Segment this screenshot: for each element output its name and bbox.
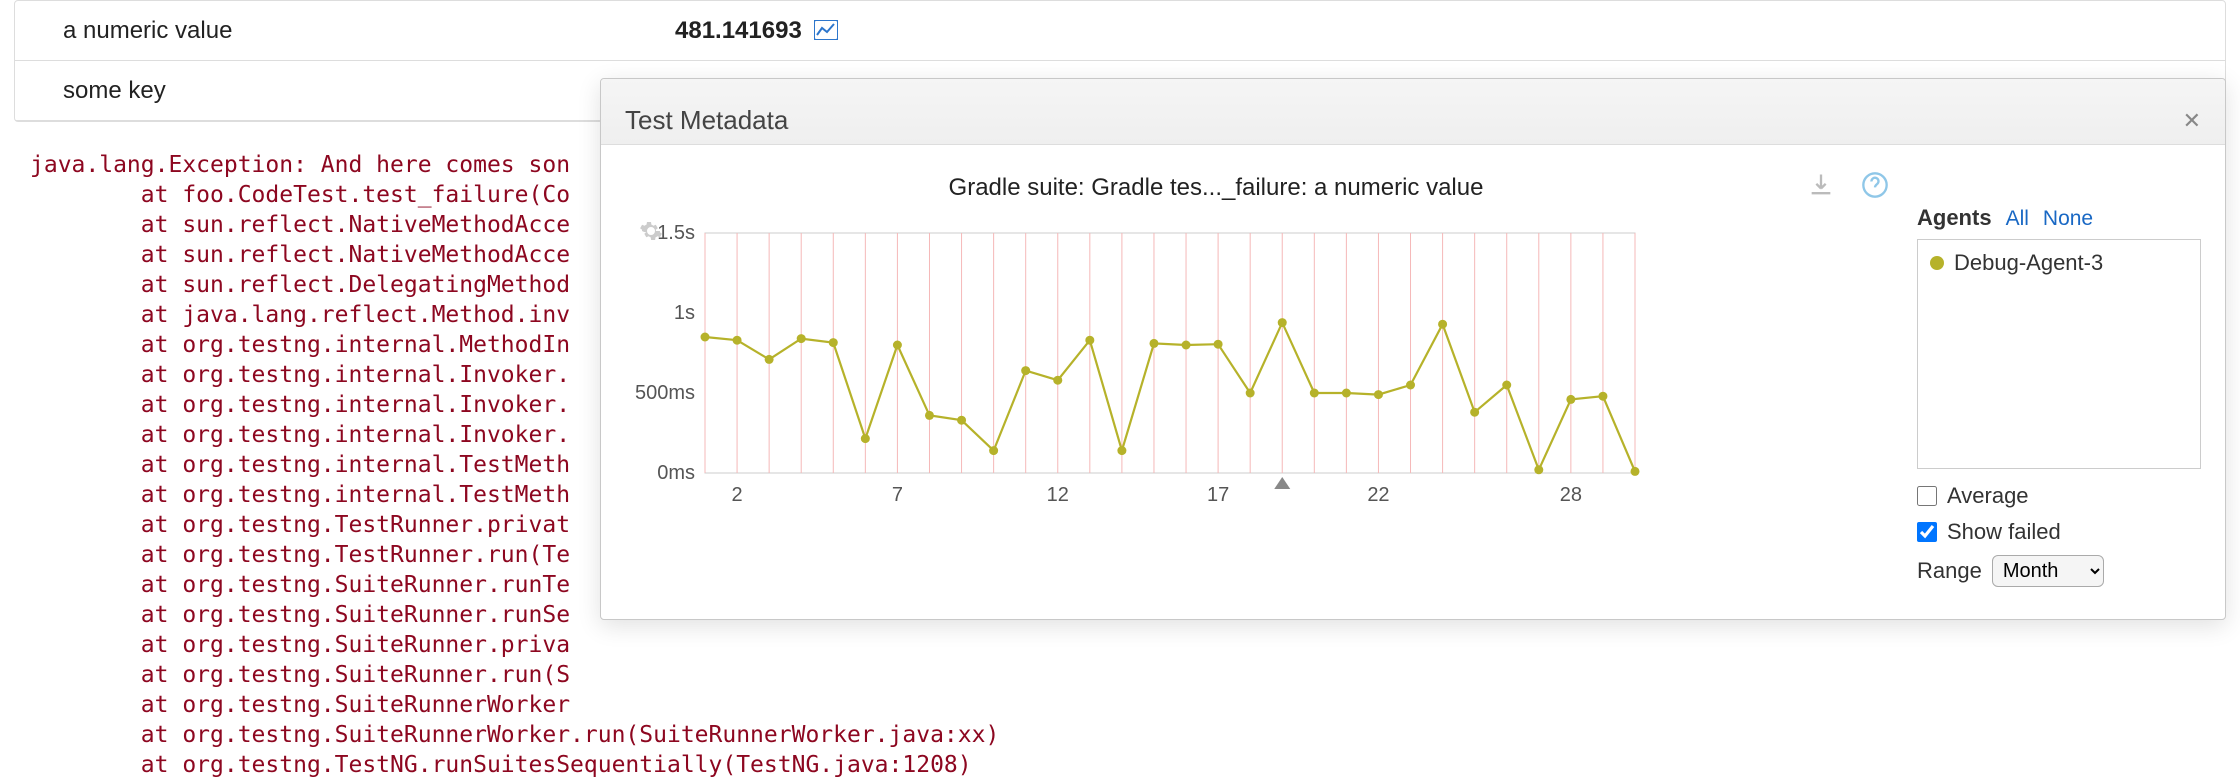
metadata-key: a numeric value xyxy=(15,17,675,45)
average-checkbox[interactable]: Average xyxy=(1917,483,2201,509)
series-color-icon xyxy=(1930,256,1944,270)
show-failed-checkbox[interactable]: Show failed xyxy=(1917,519,2201,545)
svg-text:1s: 1s xyxy=(674,302,695,324)
range-label: Range xyxy=(1917,558,1982,584)
svg-text:22: 22 xyxy=(1367,484,1389,506)
svg-text:28: 28 xyxy=(1560,484,1582,506)
test-metadata-popup: Test Metadata ✕ Gradle suite: Gradle tes… xyxy=(600,78,2226,620)
gear-icon[interactable] xyxy=(639,219,663,249)
range-select[interactable]: Month xyxy=(1992,555,2104,587)
chart-title: Gradle suite: Gradle tes..._failure: a n… xyxy=(625,174,1807,202)
agents-list: Debug-Agent-3 xyxy=(1917,239,2201,469)
chart-icon[interactable] xyxy=(814,19,838,43)
agents-label: Agents xyxy=(1917,205,1992,231)
chart-plot[interactable]: 0ms500ms1s1.5s2712172228 xyxy=(625,223,1645,513)
svg-text:2: 2 xyxy=(732,484,743,506)
help-icon[interactable] xyxy=(1861,171,1889,205)
metadata-key: some key xyxy=(15,77,675,105)
metadata-row: a numeric value 481.141693 xyxy=(15,1,2225,61)
svg-text:500ms: 500ms xyxy=(635,382,695,404)
svg-text:0ms: 0ms xyxy=(657,462,695,484)
agent-item[interactable]: Debug-Agent-3 xyxy=(1930,250,2188,276)
popup-title: Test Metadata xyxy=(625,105,788,136)
close-icon[interactable]: ✕ xyxy=(2183,108,2201,134)
download-icon[interactable] xyxy=(1807,171,1835,205)
svg-text:12: 12 xyxy=(1047,484,1069,506)
agents-none-link[interactable]: None xyxy=(2043,207,2093,231)
svg-text:17: 17 xyxy=(1207,484,1229,506)
agent-label: Debug-Agent-3 xyxy=(1954,250,2103,276)
agents-all-link[interactable]: All xyxy=(2006,207,2029,231)
metadata-value: 481.141693 xyxy=(675,17,814,45)
svg-text:7: 7 xyxy=(892,484,903,506)
